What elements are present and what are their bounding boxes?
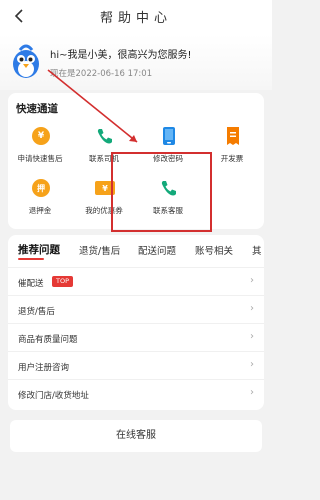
quick-item-coupons[interactable]: ¥ 我的优惠券: [72, 177, 136, 223]
page-title: 帮助中心: [99, 11, 172, 26]
quick-item-label: 联系司机: [89, 154, 119, 163]
greeting-timestamp: 现在是2022-06-16 17:01: [50, 69, 153, 79]
quick-item-label: 申请快速售后: [17, 154, 63, 163]
faq-row-label: 修改门店/收货地址: [18, 391, 89, 401]
phone-icon: [159, 177, 179, 199]
chevron-right-icon: ›: [250, 359, 254, 370]
faq-row-label: 商品有质量问题: [18, 335, 78, 345]
chevron-right-icon: ›: [250, 303, 254, 314]
quick-access-card: 快速通道 ¥ 申请快速售后 联系司机 修改密码 开发票 押 退押金 ¥ 我的优惠…: [8, 93, 264, 229]
quick-item-deposit-refund[interactable]: 押 退押金: [8, 177, 72, 223]
faq-row[interactable]: 用户注册咨询 ›: [8, 351, 264, 379]
faq-row-label: 催配送: [18, 279, 44, 289]
phone-icon: [95, 125, 115, 147]
greeting-banner: hi~我是小美，很高兴为您服务! 现在是2022-06-16 17:01: [0, 34, 272, 90]
quick-item-label: 开发票: [220, 154, 244, 163]
tab-other[interactable]: 其: [252, 243, 264, 257]
chevron-right-icon: ›: [250, 275, 254, 286]
faq-row[interactable]: 商品有质量问题 ›: [8, 323, 264, 351]
bird-mascot-icon: [13, 44, 39, 78]
quick-item-invoice[interactable]: 开发票: [200, 125, 264, 171]
online-service-button[interactable]: 在线客服: [10, 420, 262, 452]
quick-item-label: 我的优惠券: [85, 206, 123, 215]
tab-returns[interactable]: 退货/售后: [79, 243, 120, 257]
quick-item-label: 联系客服: [153, 206, 183, 215]
quick-item-contact-service[interactable]: 联系客服: [136, 177, 200, 223]
top-badge: TOP: [52, 276, 74, 287]
quick-item-label: 修改密码: [153, 154, 183, 163]
faq-tabs: 推荐问题 退货/售后 配送问题 账号相关 其: [8, 235, 264, 263]
greeting-message: hi~我是小美，很高兴为您服务!: [50, 50, 192, 61]
faq-row-label: 退货/售后: [18, 307, 55, 317]
chevron-right-icon: ›: [250, 331, 254, 342]
coupon-icon: ¥: [95, 177, 115, 199]
faq-row[interactable]: 退货/售后 ›: [8, 295, 264, 323]
deposit-refund-icon: 押: [31, 177, 51, 199]
after-sale-coin-icon: ¥: [31, 125, 51, 147]
quick-access-title: 快速通道: [16, 103, 58, 115]
tab-account[interactable]: 账号相关: [195, 243, 233, 257]
faq-row[interactable]: 修改门店/收货地址 ›: [8, 379, 264, 407]
quick-item-label: 退押金: [28, 206, 52, 215]
faq-row-label: 用户注册咨询: [18, 363, 70, 373]
quick-item-contact-driver[interactable]: 联系司机: [72, 125, 136, 171]
mobile-phone-icon: [159, 125, 179, 147]
chevron-right-icon: ›: [250, 387, 254, 398]
tab-delivery[interactable]: 配送问题: [138, 243, 176, 257]
invoice-icon: [223, 125, 243, 147]
quick-item-after-sale[interactable]: ¥ 申请快速售后: [8, 125, 72, 171]
tab-recommended[interactable]: 推荐问题: [18, 242, 60, 257]
top-bar: 帮助中心: [0, 0, 272, 34]
quick-item-change-password[interactable]: 修改密码: [136, 125, 200, 171]
active-tab-indicator: [18, 258, 44, 260]
faq-card: 推荐问题 退货/售后 配送问题 账号相关 其 催配送 TOP › 退货/售后 ›…: [8, 235, 264, 410]
faq-row[interactable]: 催配送 TOP ›: [8, 267, 264, 295]
